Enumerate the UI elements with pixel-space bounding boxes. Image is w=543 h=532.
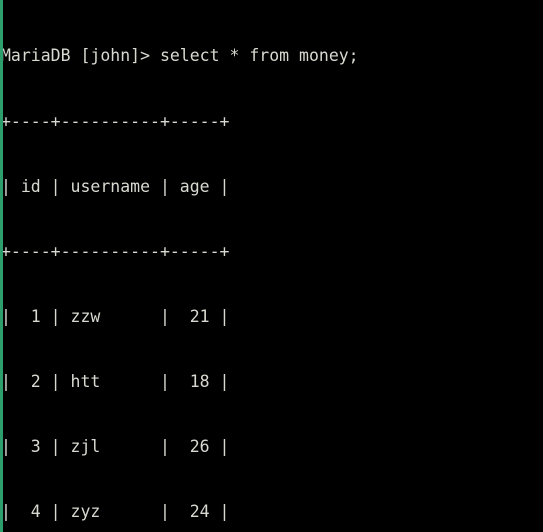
table-row: | 1 | zzw | 21 | xyxy=(1,306,230,326)
terminal-window[interactable]: MariaDB [john]> select * from money; +--… xyxy=(0,0,543,532)
table-row: | 2 | htt | 18 | xyxy=(1,371,230,391)
table-header-row: | id | username | age | xyxy=(1,176,230,196)
terminal-accent-stripe xyxy=(0,0,3,532)
terminal-output: MariaDB [john]> select * from money; +--… xyxy=(0,2,543,532)
table-border-header: +----+----------+-----+ xyxy=(1,241,230,261)
command-line-select-all: MariaDB [john]> select * from money; xyxy=(1,46,359,66)
table-row: | 4 | zyz | 24 | xyxy=(1,502,230,522)
table-row: | 3 | zjl | 26 | xyxy=(1,436,230,456)
table-border-top: +----+----------+-----+ xyxy=(1,111,230,131)
